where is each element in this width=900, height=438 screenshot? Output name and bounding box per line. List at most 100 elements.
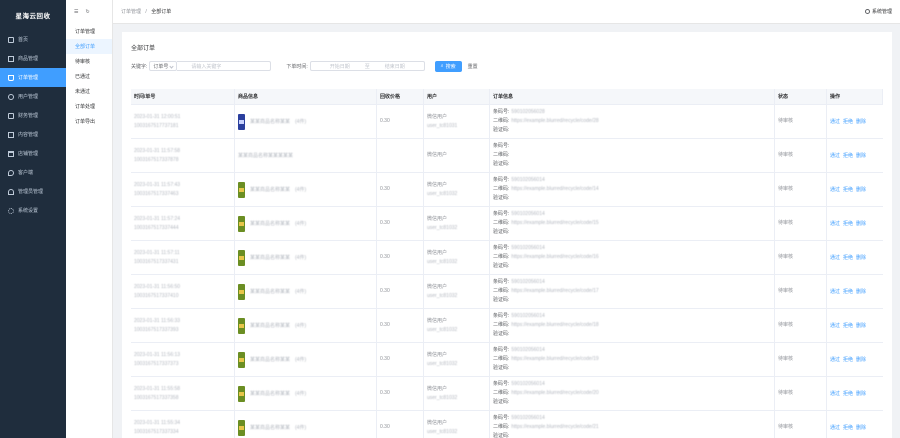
column-header: 用户 (424, 89, 490, 104)
delete-link[interactable]: 删除 (856, 288, 866, 295)
time-cell: 2023-01-31 11:56:33 1003167517337393 (131, 309, 235, 342)
approve-link[interactable]: 通过 (830, 186, 840, 193)
sidebar-item-label: 系统设置 (18, 208, 39, 214)
sidebar-item[interactable]: 商品管理 (0, 49, 66, 68)
submenu-item[interactable]: 订单管理 (66, 24, 112, 39)
product-cell: 某某商品名称某某 (4件) (235, 173, 377, 206)
submenu-item[interactable]: 订单导出 (66, 114, 112, 129)
topbar: 订单管理 / 全部订单 系统管理 (113, 0, 900, 24)
reject-link[interactable]: 拒绝 (843, 254, 853, 261)
approve-link[interactable]: 通过 (830, 288, 840, 295)
user-id: user_tc81032 (427, 360, 458, 367)
approve-link[interactable]: 通过 (830, 254, 840, 261)
menu-toggle-icon[interactable]: ☰ (74, 9, 78, 15)
sidebar-item[interactable]: 首页 (0, 30, 66, 49)
approve-link[interactable]: 通过 (830, 356, 840, 363)
reject-link[interactable]: 拒绝 (843, 288, 853, 295)
search-button[interactable]: ⌕ 搜索 (434, 60, 462, 72)
reject-link[interactable]: 拒绝 (843, 356, 853, 363)
order-info-line: 验证码: (493, 330, 774, 339)
keyword-type-select[interactable]: 订单号 (149, 61, 178, 71)
delete-link[interactable]: 删除 (856, 152, 866, 159)
reject-link[interactable]: 拒绝 (843, 118, 853, 125)
delete-link[interactable]: 删除 (856, 390, 866, 397)
submenu-item[interactable]: 未通过 (66, 84, 112, 99)
approve-link[interactable]: 通过 (830, 118, 840, 125)
refresh-icon[interactable]: ↻ (85, 9, 89, 15)
status-cell: 待审核 (775, 207, 827, 240)
date-range-picker[interactable]: 开始日期 至 结束日期 (309, 61, 425, 71)
order-info-value: 590102056014 (511, 415, 545, 421)
reset-button[interactable]: 重置 (462, 61, 484, 72)
order-info-label: 验证码: (493, 127, 510, 133)
approve-link[interactable]: 通过 (830, 390, 840, 397)
approve-link[interactable]: 通过 (830, 220, 840, 227)
reject-link[interactable]: 拒绝 (843, 390, 853, 397)
approve-link[interactable]: 通过 (830, 424, 840, 431)
submenu-item[interactable]: 全部订单 (66, 39, 112, 54)
order-info-line: 验证码: (493, 398, 774, 407)
keyword-placeholder: 请输入关键字 (191, 63, 222, 70)
reject-link[interactable]: 拒绝 (843, 152, 853, 159)
sidebar-item[interactable]: 内容管理 (0, 125, 66, 144)
delete-link[interactable]: 删除 (856, 220, 866, 227)
sidebar-item[interactable]: 用户管理 (0, 87, 66, 106)
user-cell: 微信用户 user_tc81032 (424, 343, 490, 376)
sidebar-item[interactable]: 客户端 (0, 163, 66, 182)
delete-link[interactable]: 删除 (856, 118, 866, 125)
product-spec: (4件) (295, 391, 307, 397)
order-info-cell: 条码号: 590102056014 二维码: https://example.blur… (490, 275, 775, 308)
order-info-cell: 条码号: 590102056028 二维码: https://example.blur… (490, 105, 775, 138)
delete-link[interactable]: 删除 (856, 254, 866, 261)
order-info-value: https://example.blurred/recycle/code/16 (511, 254, 599, 260)
status-cell: 待审核 (775, 139, 827, 172)
order-info-label: 条码号: (493, 211, 510, 217)
breadcrumb-root[interactable]: 订单管理 (121, 9, 141, 15)
product-name: 某某商品名称某某 (250, 255, 291, 261)
order-info-line: 条码号: 590102056014 (493, 176, 774, 185)
product-name: 某某商品名称某某 (250, 391, 291, 397)
table-row: 2023-01-31 11:57:58 1003167517337878 某某商品名… (131, 139, 883, 173)
delete-link[interactable]: 删除 (856, 186, 866, 193)
time-cell: 2023-01-31 11:57:43 1003167517337463 (131, 173, 235, 206)
keyword-input[interactable]: 请输入关键字 (177, 61, 272, 71)
sidebar-item[interactable]: 系统设置 (0, 201, 66, 220)
status-badge: 待审核 (778, 390, 794, 396)
submenu-item[interactable]: 待审核 (66, 54, 112, 69)
submenu: ☰ ↻ 订单管理 全部订单 待审核 已通过 未通过 订单处理 订单导出 (66, 0, 113, 438)
order-info-line: 条码号: 590102056014 (493, 414, 774, 423)
sidebar-item[interactable]: 店铺管理 (0, 144, 66, 163)
order-info-cell: 条码号: 590102056014 二维码: https://example.blur… (490, 309, 775, 342)
status-badge: 待审核 (778, 254, 794, 260)
status-cell: 待审核 (775, 343, 827, 376)
submenu-item[interactable]: 已通过 (66, 69, 112, 84)
sidebar-item[interactable]: 财务管理 (0, 106, 66, 125)
approve-link[interactable]: 通过 (830, 152, 840, 159)
submenu-item[interactable]: 订单处理 (66, 99, 112, 114)
sidebar-item[interactable]: 管理员管理 (0, 182, 66, 201)
order-info-label: 二维码: (493, 254, 510, 260)
reject-link[interactable]: 拒绝 (843, 424, 853, 431)
reject-link[interactable]: 拒绝 (843, 322, 853, 329)
user-menu[interactable]: 系统管理 (864, 8, 892, 15)
user-name: 微信用户 (427, 249, 448, 256)
reject-link[interactable]: 拒绝 (843, 186, 853, 193)
time-cell: 2023-01-31 12:00:51 1003167517737181 (131, 105, 235, 138)
order-info-cell: 条码号: 590102056014 二维码: https://example.blur… (490, 207, 775, 240)
start-date-placeholder[interactable]: 开始日期 (315, 63, 365, 70)
order-info-value: 590102056014 (511, 381, 545, 387)
end-date-placeholder[interactable]: 结束日期 (370, 63, 420, 70)
approve-link[interactable]: 通过 (830, 322, 840, 329)
product-thumbnail (238, 283, 245, 300)
status-cell: 待审核 (775, 377, 827, 410)
delete-link[interactable]: 删除 (856, 424, 866, 431)
sidebar-item-label: 首页 (18, 37, 29, 43)
product-spec: (4件) (295, 357, 307, 363)
sidebar-item[interactable]: 订单管理 (0, 68, 66, 87)
product-name: 某某商品名称某某 (250, 323, 291, 329)
price-cell: 0.30 (377, 343, 424, 376)
reject-link[interactable]: 拒绝 (843, 220, 853, 227)
status-badge: 待审核 (778, 186, 794, 192)
delete-link[interactable]: 删除 (856, 356, 866, 363)
delete-link[interactable]: 删除 (856, 322, 866, 329)
